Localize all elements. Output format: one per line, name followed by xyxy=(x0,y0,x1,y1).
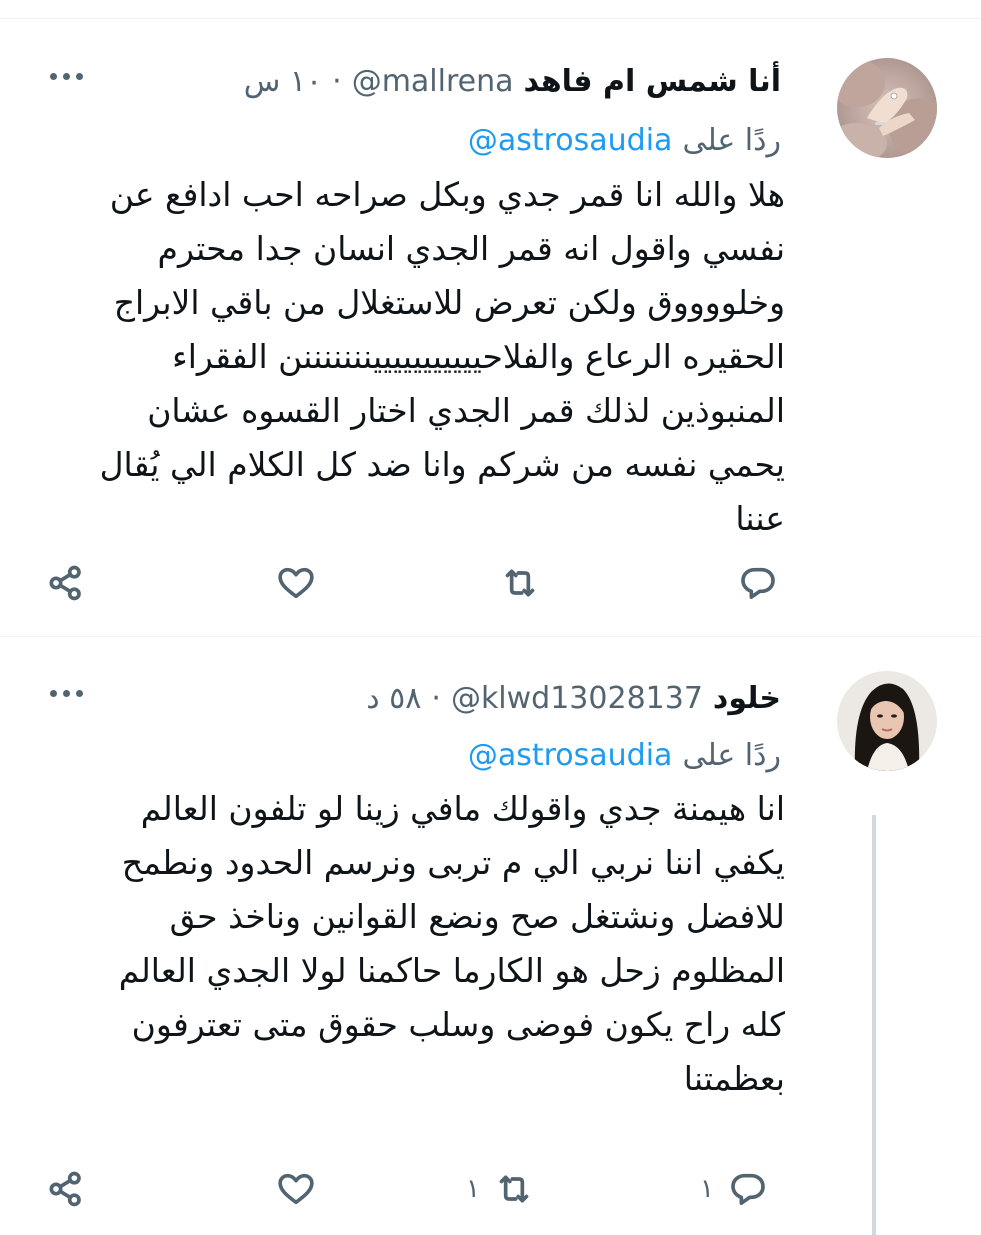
replying-mention[interactable]: @astrosaudia xyxy=(468,738,673,773)
tweet-text-line: وخلووووق ولكن تعرض للاستغلال من باقي الا… xyxy=(113,283,785,322)
tweet-text-line: انا هيمنة جدي واقولك مافي زينا لو تلفون … xyxy=(140,789,785,828)
tweet-text-line: عننا xyxy=(735,499,785,538)
tweet-text-line: هلا والله انا قمر جدي وبكل صراحه احب ادا… xyxy=(109,175,785,214)
display-name[interactable]: خلود xyxy=(713,681,781,716)
replying-to: ردًا على @astrosaudia xyxy=(468,733,781,777)
avatar-photo-woman xyxy=(837,671,937,771)
retweet-button[interactable] xyxy=(500,553,554,613)
more-dot xyxy=(63,72,70,80)
more-options-button[interactable] xyxy=(50,66,86,86)
reply-button[interactable]: ١ xyxy=(700,1159,768,1219)
share-nodes-icon xyxy=(49,1171,81,1207)
tweet-text-line: المظلوم زحل هو الكارما حاكمنا لولا الجدي… xyxy=(118,951,785,990)
tweet-text-line: المنبوذين لذلك قمر الجدي اختار القسوه عش… xyxy=(147,391,785,430)
tweet-text-line: الحقيره الرعاع والفلاحيييييييييييننننننن… xyxy=(172,337,785,376)
retweet-arrows-icon xyxy=(499,1175,529,1203)
more-dots-icon xyxy=(50,689,57,697)
separator-dot: · xyxy=(431,680,441,716)
display-name[interactable]: أنا شمس ام فاهد xyxy=(524,64,781,99)
tweet-text-line: يكفي اننا نربي الي م تربى ونرسم الحدود و… xyxy=(121,843,785,882)
more-options-button[interactable] xyxy=(50,683,86,703)
user-handle[interactable]: @mallrena xyxy=(352,64,514,99)
tweet-text-line: نفسي واقول انه قمر الجدي انسان جدا محترم xyxy=(157,229,785,268)
more-dot xyxy=(76,72,83,80)
share-nodes-icon xyxy=(49,565,81,601)
tweet-text-line: كله راح يكون فوضى وسلب حقوق متى تعترفون xyxy=(131,1005,785,1044)
more-dot xyxy=(63,689,70,697)
tweet-header: خلود @klwd13028137 · ٥٨ د xyxy=(366,673,781,723)
like-button[interactable] xyxy=(276,553,330,613)
share-button[interactable] xyxy=(46,1159,86,1219)
heart-icon xyxy=(278,567,314,599)
replying-label: ردًا على xyxy=(682,122,781,158)
share-button[interactable] xyxy=(46,553,86,613)
retweet-button[interactable]: ١ xyxy=(466,1159,534,1219)
reply-bubble-icon xyxy=(741,567,775,599)
tweet-text-line: بعظمتنا xyxy=(683,1059,785,1098)
like-button[interactable] xyxy=(276,1159,330,1219)
reply-bubble-icon xyxy=(731,1173,765,1205)
retweet-arrows-icon xyxy=(505,569,535,597)
avatar-photo-hands xyxy=(837,58,937,158)
avatar[interactable] xyxy=(837,671,937,771)
tweet-2[interactable]: خلود @klwd13028137 · ٥٨ د ردًا على @astr… xyxy=(0,637,981,1235)
tweet-1[interactable]: أنا شمس ام فاهد @mallrena · ١٠ س ردًا عل… xyxy=(0,18,981,637)
reply-button[interactable] xyxy=(738,553,792,613)
replying-mention[interactable]: @astrosaudia xyxy=(468,123,673,158)
tweet-actions: ١ ١ xyxy=(0,1159,981,1219)
separator-dot: · xyxy=(332,63,342,99)
tweet-header: أنا شمس ام فاهد @mallrena · ١٠ س xyxy=(244,56,781,106)
tweet-actions xyxy=(0,553,981,613)
replying-label: ردًا على xyxy=(682,737,781,773)
avatar[interactable] xyxy=(837,58,937,158)
more-dot xyxy=(76,689,83,697)
heart-icon xyxy=(278,1173,314,1205)
timestamp[interactable]: ١٠ س xyxy=(244,64,322,99)
tweet-text-line: للافضل ونشتغل صح ونضع القوانين وناخذ حق xyxy=(169,897,785,936)
tweet-text: انا هيمنة جدي واقولك مافي زينا لو تلفون … xyxy=(45,782,785,1106)
timestamp[interactable]: ٥٨ د xyxy=(366,681,421,716)
tweet-text-line: يحمي نفسه من شركم وانا ضد كل الكلام الي … xyxy=(99,445,785,484)
replying-to: ردًا على @astrosaudia xyxy=(468,118,781,162)
top-divider xyxy=(0,0,981,19)
user-handle[interactable]: @klwd13028137 xyxy=(451,681,703,716)
more-dots-icon xyxy=(50,72,57,80)
tweet-text: هلا والله انا قمر جدي وبكل صراحه احب ادا… xyxy=(45,168,785,546)
